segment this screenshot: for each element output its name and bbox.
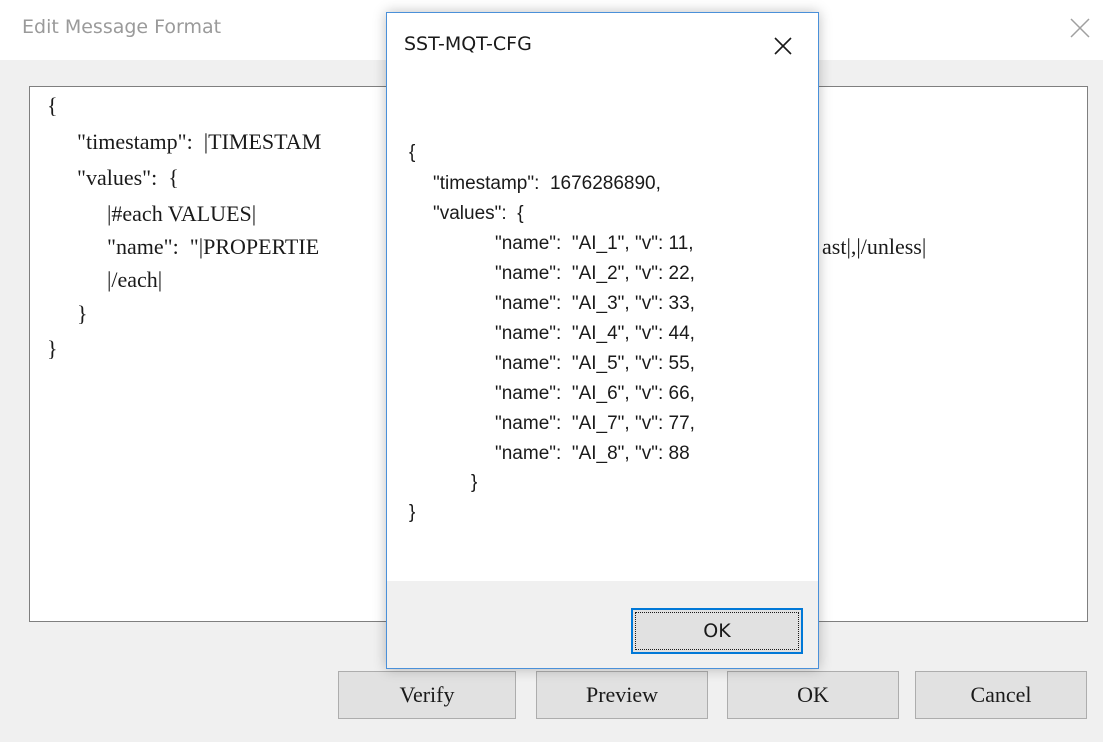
close-icon [774, 37, 792, 55]
message-box-title: SST-MQT-CFG [404, 33, 532, 55]
message-line: "timestamp": 1676286890, [433, 173, 661, 194]
message-box-close-button[interactable] [765, 28, 801, 64]
dialog-title: Edit Message Format [22, 16, 222, 38]
editor-line: } [47, 336, 58, 361]
message-line: } [409, 502, 416, 523]
editor-line: |/each| [107, 267, 163, 292]
message-line: "name": "AI_8", "v": 88 [495, 443, 690, 464]
verify-button[interactable]: Verify [338, 671, 516, 719]
message-line: "name": "AI_7", "v": 77, [495, 413, 695, 434]
message-line: "name": "AI_5", "v": 55, [495, 353, 695, 374]
editor-line: { [47, 93, 58, 118]
preview-message-box: SST-MQT-CFG { "timestamp": 1676286890, "… [386, 12, 819, 669]
message-box-titlebar: SST-MQT-CFG [387, 13, 818, 75]
editor-line: |#each VALUES| [107, 201, 257, 226]
editor-line: } [77, 301, 88, 326]
close-button[interactable] [1062, 10, 1098, 46]
editor-line: "name": "|PROPERTIE [107, 234, 320, 259]
message-line: } [471, 472, 478, 493]
message-line: "name": "AI_6", "v": 66, [495, 383, 695, 404]
editor-line: "timestamp": |TIMESTAM [77, 129, 322, 154]
ok-label: OK [703, 620, 731, 642]
message-line: { [409, 142, 416, 163]
message-line: "name": "AI_4", "v": 44, [495, 323, 695, 344]
message-box-footer: OK [387, 581, 818, 668]
message-line: "name": "AI_2", "v": 22, [495, 263, 695, 284]
message-box-ok-button[interactable]: OK [631, 608, 803, 654]
message-line: "name": "AI_1", "v": 11, [495, 233, 694, 254]
message-line: "name": "AI_3", "v": 33, [495, 293, 695, 314]
message-line: "values": { [433, 203, 524, 224]
editor-line: "values": { [77, 165, 179, 190]
editor-line-tail: ast|,|/unless| [822, 234, 927, 259]
ok-button[interactable]: OK [727, 671, 899, 719]
preview-button[interactable]: Preview [536, 671, 708, 719]
message-box-content: { "timestamp": 1676286890, "values": { "… [387, 75, 818, 581]
cancel-button[interactable]: Cancel [915, 671, 1087, 719]
close-icon [1070, 18, 1090, 38]
